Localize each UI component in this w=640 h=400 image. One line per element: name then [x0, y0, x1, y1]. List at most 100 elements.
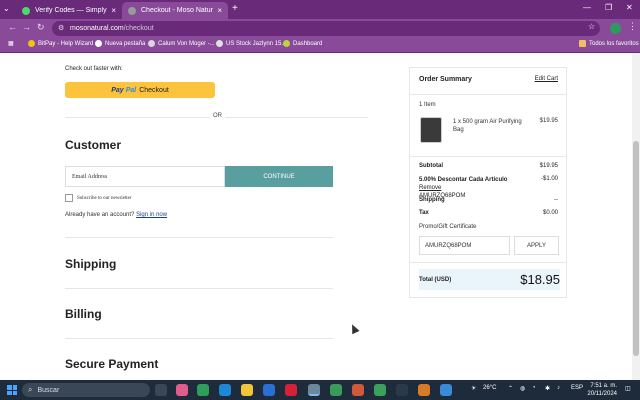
newsletter-checkbox[interactable]: [65, 194, 73, 202]
page-scrollbar[interactable]: [632, 53, 640, 380]
summary-divider: [410, 156, 566, 157]
summary-divider: [410, 262, 566, 263]
app-icon[interactable]: [418, 384, 430, 396]
file-explorer-icon[interactable]: [241, 384, 253, 396]
or-label: OR: [210, 113, 225, 119]
url-path: /checkout: [123, 25, 154, 32]
language-indicator[interactable]: ESP: [571, 385, 583, 391]
bookmark-calum[interactable]: Calum Von Moger -...: [148, 40, 215, 47]
subtotal-row: Subtotal $19.95: [419, 163, 558, 169]
newsletter-label: Subscribe to our newsletter: [77, 195, 132, 201]
subtotal-label: Subtotal: [419, 163, 443, 169]
clock-time: 7:51 a. m.: [590, 383, 617, 389]
bookmark-star-icon[interactable]: ☆: [588, 22, 595, 31]
chrome-icon[interactable]: [308, 384, 320, 396]
tab-close-icon[interactable]: ×: [111, 6, 116, 15]
bookmark-bitpay[interactable]: BitPay - Help Wizard: [28, 40, 93, 47]
taskbar-search[interactable]: ⌕ Buscar: [22, 383, 150, 397]
scrollbar-thumb[interactable]: [633, 141, 639, 356]
close-window-button[interactable]: ✕: [626, 3, 633, 12]
app-icon[interactable]: [440, 384, 452, 396]
url-domain: mosonatural.com: [70, 25, 124, 32]
email-field[interactable]: Email Address: [65, 166, 225, 187]
back-arrow-icon[interactable]: ←: [8, 22, 17, 32]
edit-cart-link[interactable]: Edit Cart: [535, 76, 558, 82]
bluetooth-icon[interactable]: ✱: [545, 385, 550, 392]
restore-button[interactable]: ❐: [605, 3, 612, 12]
profile-avatar[interactable]: [610, 23, 621, 34]
bookmark-nueva-pestana[interactable]: Nueva pestaña: [95, 40, 145, 47]
site-info-icon[interactable]: ⚙: [58, 24, 64, 32]
weather-icon[interactable]: ☀: [471, 385, 476, 392]
notification-icon[interactable]: ◫: [625, 385, 631, 392]
section-divider: [65, 288, 333, 289]
summary-divider: [410, 94, 566, 95]
secure-payment-heading: Secure Payment: [65, 357, 159, 371]
reload-icon[interactable]: ↻: [37, 22, 45, 33]
bookmark-us-stock[interactable]: US Stock Jazlynn 15...: [216, 40, 286, 47]
order-summary-panel: Order Summary Edit Cart 1 Item 1 x 500 g…: [409, 67, 567, 298]
globe-icon: [95, 40, 102, 47]
more-menu-icon[interactable]: ⋮: [628, 21, 637, 32]
promo-code-input[interactable]: AMURZQ68POM: [419, 236, 510, 255]
apply-button[interactable]: APPLY: [514, 236, 559, 255]
tab-checkout[interactable]: Checkout - Moso Natural ×: [122, 2, 228, 19]
sign-in-prompt: Already have an account? Sign in now: [65, 212, 167, 218]
dashboard-icon: [283, 40, 290, 47]
windows-taskbar: ⌕ Buscar ☀ 26°C ⌃ ◍ ◔ ✱ ♪ ESP 7:51 a. m.…: [0, 380, 640, 400]
clock[interactable]: 7:51 a. m. 20/11/2024: [585, 382, 617, 398]
apps-grid-icon[interactable]: ▦: [8, 40, 14, 47]
store-icon[interactable]: [197, 384, 209, 396]
tab-search-icon[interactable]: ⌄: [3, 4, 10, 13]
search-icon: ⌕: [28, 385, 33, 394]
new-tab-button[interactable]: +: [232, 3, 238, 14]
checkout-faster-label: Check out faster with:: [65, 66, 123, 72]
billing-heading: Billing: [65, 307, 102, 321]
product-name: 1 x 500 gram Air Purifying Bag: [453, 119, 522, 133]
forward-arrow-icon[interactable]: →: [22, 22, 31, 32]
checkout-page: Check out faster with: Pay Pal Checkout OR…: [0, 53, 632, 380]
paypal-logo-pay: Pay: [111, 86, 124, 94]
subtotal-value: $19.95: [539, 163, 558, 169]
paypal-checkout-button[interactable]: Pay Pal Checkout: [65, 82, 215, 98]
all-bookmarks[interactable]: Todos los favoritos: [579, 40, 639, 47]
chrome-profile-icon[interactable]: [352, 384, 364, 396]
section-divider: [65, 237, 333, 238]
shipping-row: Shipping --: [419, 197, 558, 203]
tab-close-icon[interactable]: ×: [217, 6, 222, 15]
edge-icon[interactable]: [219, 384, 231, 396]
total-row: Total (USD) $18.95: [419, 269, 560, 290]
url-bar[interactable]: ⚙ mosonatural.com/checkout: [52, 21, 600, 36]
newsletter-option[interactable]: Subscribe to our newsletter: [65, 194, 132, 202]
app-icon[interactable]: [285, 384, 297, 396]
total-value: $18.95: [520, 272, 560, 287]
moso-favicon-icon: [128, 6, 136, 15]
sign-in-link[interactable]: Sign in now: [136, 212, 167, 218]
have-account-text: Already have an account?: [65, 212, 135, 218]
minimize-button[interactable]: —: [583, 3, 591, 12]
volume-icon[interactable]: ♪: [557, 385, 560, 391]
outlook-icon[interactable]: [263, 384, 275, 396]
windows-start-icon[interactable]: [7, 385, 17, 395]
paypal-button-label: Checkout: [139, 86, 169, 94]
discount-amount: -$1.00: [540, 176, 558, 182]
network-icon[interactable]: ◍: [520, 385, 525, 392]
chrome-profile-icon[interactable]: [330, 384, 342, 396]
page-icon: [148, 40, 155, 47]
weather-temperature[interactable]: 26°C: [483, 385, 496, 391]
items-count: 1 Item: [419, 102, 436, 108]
mouse-cursor: [348, 322, 360, 335]
tab-simplycodes[interactable]: Verify Codes — SimplyCodes ×: [16, 2, 122, 19]
tax-value: $0.00: [542, 210, 558, 216]
section-divider: [65, 338, 333, 339]
bookmark-dashboard[interactable]: Dashboard: [283, 40, 322, 47]
customer-heading: Customer: [65, 138, 122, 152]
tray-chevron-icon[interactable]: ⌃: [508, 385, 513, 392]
wifi-icon[interactable]: ◔: [532, 385, 536, 391]
task-view-icon[interactable]: [155, 384, 167, 396]
continue-button[interactable]: CONTINUE: [225, 166, 333, 187]
copilot-icon[interactable]: [176, 384, 188, 396]
chrome-profile-icon[interactable]: [374, 384, 386, 396]
remove-discount-link[interactable]: Remove: [419, 185, 441, 191]
terminal-icon[interactable]: [396, 384, 408, 396]
